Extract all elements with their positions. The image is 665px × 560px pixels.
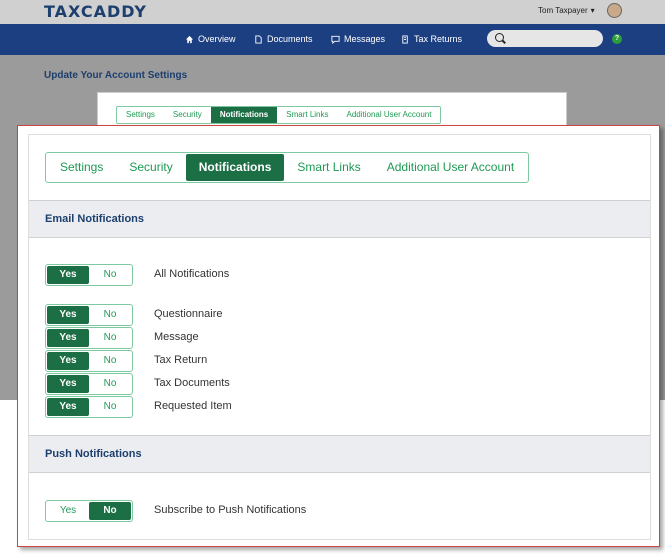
document-icon	[255, 34, 262, 44]
top-bar: TAXCADDY Tom Taxpayer ▾	[0, 0, 665, 24]
bg-tab-smart-links[interactable]: Smart Links	[277, 107, 337, 123]
push-subscribe-yes[interactable]: Yes	[47, 502, 89, 520]
page-title: Update Your Account Settings	[44, 70, 188, 81]
tab-additional-user-account[interactable]: Additional User Account	[374, 154, 527, 181]
nav-messages-label: Messages	[344, 34, 386, 44]
tax-return-toggle[interactable]: Yes No	[45, 350, 133, 372]
message-icon	[331, 35, 340, 44]
all-notifications-yes[interactable]: Yes	[47, 266, 89, 284]
avatar[interactable]	[607, 3, 622, 18]
questionnaire-toggle[interactable]: Yes No	[45, 304, 133, 326]
taxcaddy-logo[interactable]: TAXCADDY	[44, 2, 147, 21]
tax-return-yes[interactable]: Yes	[47, 352, 89, 370]
questionnaire-label: Questionnaire	[154, 308, 223, 320]
push-notifications-header: Push Notifications	[29, 435, 650, 473]
push-notifications-title: Push Notifications	[45, 448, 142, 460]
nav-tax-returns[interactable]: Tax Returns	[401, 34, 462, 44]
requested-item-no[interactable]: No	[89, 398, 131, 416]
notifications-panel: Settings Security Notifications Smart Li…	[17, 125, 660, 547]
bg-tab-notifications[interactable]: Notifications	[210, 107, 278, 123]
nav-documents[interactable]: Documents	[254, 34, 313, 44]
requested-item-yes[interactable]: Yes	[47, 398, 89, 416]
tax-return-label: Tax Return	[154, 354, 208, 366]
help-icon[interactable]: ?	[612, 34, 622, 44]
tab-security[interactable]: Security	[116, 154, 185, 181]
tab-smart-links[interactable]: Smart Links	[284, 154, 373, 181]
main-nav: Overview Documents Messages Tax Returns …	[0, 24, 665, 55]
search-icon	[495, 33, 504, 42]
tab-bar: Settings Security Notifications Smart Li…	[45, 152, 530, 183]
tab-settings[interactable]: Settings	[47, 154, 116, 181]
bg-tab-additional-user-account[interactable]: Additional User Account	[338, 107, 441, 123]
message-yes[interactable]: Yes	[47, 329, 89, 347]
tax-documents-label: Tax Documents	[154, 377, 230, 389]
all-notifications-toggle[interactable]: Yes No	[45, 264, 133, 286]
questionnaire-no[interactable]: No	[89, 306, 131, 324]
all-notifications-no[interactable]: No	[89, 266, 131, 284]
chevron-down-icon[interactable]: ▾	[591, 6, 595, 15]
background-tab-bar: Settings Security Notifications Smart Li…	[116, 106, 442, 124]
user-name[interactable]: Tom Taxpayer	[538, 6, 588, 15]
message-no[interactable]: No	[89, 329, 131, 347]
email-notifications-header: Email Notifications	[29, 200, 650, 238]
nav-overview[interactable]: Overview	[185, 34, 236, 44]
message-label: Message	[154, 331, 199, 343]
push-subscribe-label: Subscribe to Push Notifications	[154, 504, 307, 516]
message-toggle[interactable]: Yes No	[45, 327, 133, 349]
search-input[interactable]	[487, 30, 603, 47]
home-icon	[185, 35, 194, 43]
requested-item-toggle[interactable]: Yes No	[45, 396, 133, 418]
nav-overview-label: Overview	[198, 34, 236, 44]
tax-return-icon	[402, 34, 408, 44]
tax-return-no[interactable]: No	[89, 352, 131, 370]
user-menu[interactable]: Tom Taxpayer ▾	[538, 6, 595, 15]
push-subscribe-toggle[interactable]: Yes No	[45, 500, 133, 522]
push-subscribe-no[interactable]: No	[89, 502, 131, 520]
bg-tab-security[interactable]: Security	[164, 107, 211, 123]
tax-documents-no[interactable]: No	[89, 375, 131, 393]
nav-tax-returns-label: Tax Returns	[414, 34, 463, 44]
nav-documents-label: Documents	[267, 34, 313, 44]
tax-documents-toggle[interactable]: Yes No	[45, 373, 133, 395]
requested-item-label: Requested Item	[154, 400, 232, 412]
nav-messages[interactable]: Messages	[331, 34, 385, 44]
questionnaire-yes[interactable]: Yes	[47, 306, 89, 324]
all-notifications-label: All Notifications	[154, 268, 230, 280]
bg-tab-settings[interactable]: Settings	[117, 107, 164, 123]
tab-notifications[interactable]: Notifications	[185, 154, 285, 181]
email-notifications-title: Email Notifications	[45, 213, 145, 225]
tax-documents-yes[interactable]: Yes	[47, 375, 89, 393]
notifications-panel-inner: Settings Security Notifications Smart Li…	[28, 134, 651, 540]
